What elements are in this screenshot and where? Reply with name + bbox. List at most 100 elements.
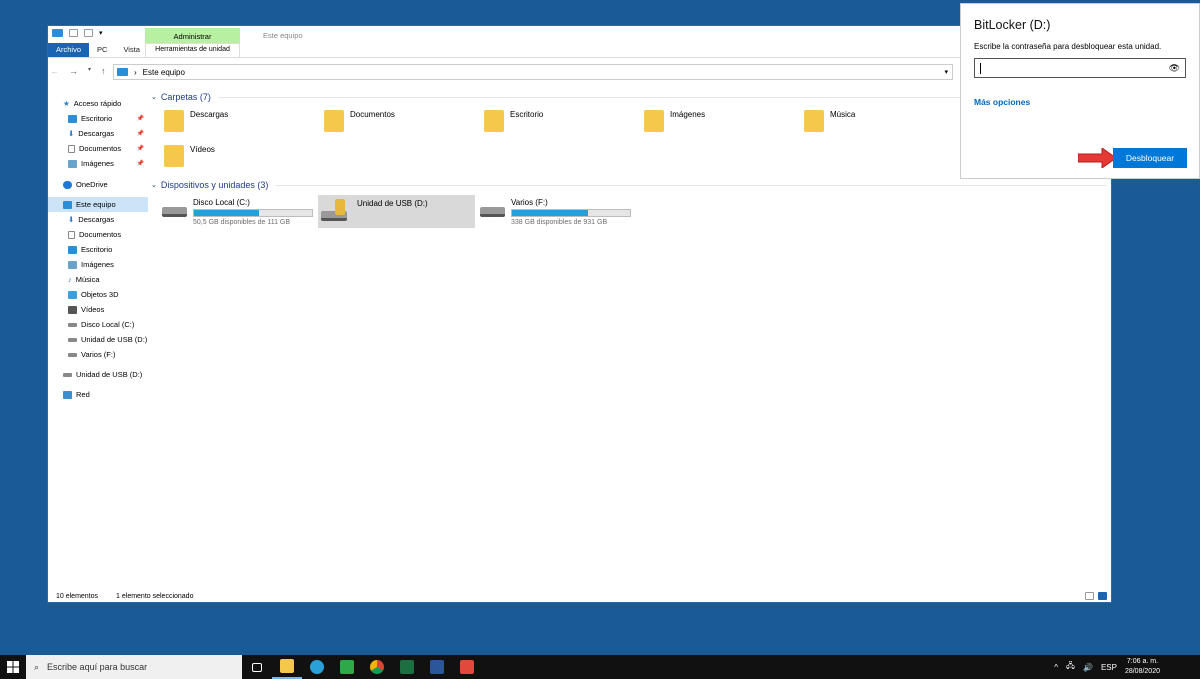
nav-quick-imagenes[interactable]: Imágenes 📌 bbox=[48, 156, 148, 171]
nav-pc-item[interactable]: Documentos bbox=[48, 227, 148, 242]
video-icon bbox=[68, 305, 77, 314]
properties-icon[interactable] bbox=[69, 29, 78, 37]
start-button[interactable] bbox=[0, 655, 26, 679]
folder-musica[interactable]: Música bbox=[804, 110, 954, 140]
nav-red[interactable]: Red bbox=[48, 387, 148, 402]
pin-icon: 📌 bbox=[136, 146, 144, 152]
tab-pc[interactable]: PC bbox=[89, 43, 115, 57]
computer-icon bbox=[117, 68, 128, 76]
nav-label: Documentos bbox=[79, 144, 122, 153]
nav-pc-item[interactable]: Escritorio bbox=[48, 242, 148, 257]
drives-section-header[interactable]: ⌄ Dispositivos y unidades (3) bbox=[151, 180, 1106, 190]
nav-label: Este equipo bbox=[76, 200, 116, 209]
up-icon[interactable]: ↑ bbox=[101, 66, 106, 76]
new-folder-icon[interactable] bbox=[84, 29, 93, 37]
nav-pc-item[interactable]: Vídeos bbox=[48, 302, 148, 317]
back-icon[interactable]: ← bbox=[50, 66, 59, 76]
drive-f[interactable]: Varios (F:) 338 GB disponibles de 931 GB bbox=[477, 195, 634, 228]
drive-c[interactable]: Disco Local (C:) 50,5 GB disponibles de 1… bbox=[159, 195, 316, 228]
nav-pc-item[interactable]: Disco Local (C:) bbox=[48, 317, 148, 332]
taskbar: ⌕ Escribe aquí para buscar ^ 🖧 🔊 ESP 7:06… bbox=[0, 655, 1200, 679]
ribbon-tabs: Archivo PC Vista bbox=[48, 43, 148, 57]
nav-pc-item[interactable]: ♪ Música bbox=[48, 272, 148, 287]
nav-pc-item[interactable]: ⬇ Descargas bbox=[48, 212, 148, 227]
section-title: Dispositivos y unidades (3) bbox=[160, 180, 269, 190]
reveal-password-eye-icon[interactable]: 👁 bbox=[1169, 63, 1180, 74]
task-view-button[interactable] bbox=[242, 655, 272, 679]
word-icon bbox=[430, 660, 444, 674]
more-options-link[interactable]: Más opciones bbox=[974, 97, 1186, 107]
taskbar-excel[interactable] bbox=[392, 655, 422, 679]
breadcrumb[interactable]: Este equipo bbox=[143, 68, 185, 77]
desktop-folder-icon bbox=[484, 110, 504, 132]
details-view-icon[interactable] bbox=[1085, 592, 1094, 600]
pin-icon: 📌 bbox=[136, 131, 144, 137]
network-icon bbox=[63, 390, 72, 399]
taskbar-camtasia[interactable] bbox=[332, 655, 362, 679]
taskbar-word[interactable] bbox=[422, 655, 452, 679]
customize-dropdown-icon[interactable]: ▾ bbox=[99, 29, 103, 37]
nav-quick-descargas[interactable]: ⬇ Descargas 📌 bbox=[48, 126, 148, 141]
file-explorer-window: ▾ Administrar Este equipo Archivo PC Vis… bbox=[47, 25, 1112, 603]
recent-dropdown-icon[interactable]: ▾ bbox=[88, 66, 91, 76]
taskbar-explorer[interactable] bbox=[272, 655, 302, 679]
language-indicator[interactable]: ESP bbox=[1101, 663, 1117, 672]
nav-pc-item[interactable]: Varios (F:) bbox=[48, 347, 148, 362]
nav-quick-access[interactable]: ★ Acceso rápido bbox=[48, 96, 148, 111]
taskbar-edge[interactable] bbox=[302, 655, 332, 679]
windows-drive-icon bbox=[162, 206, 187, 217]
nav-quick-escritorio[interactable]: Escritorio 📌 bbox=[48, 111, 148, 126]
nav-pc-item[interactable]: Unidad de USB (D:) bbox=[48, 332, 148, 347]
documents-folder-icon bbox=[324, 110, 344, 132]
network-icon[interactable]: 🖧 bbox=[1066, 660, 1075, 674]
tab-vista[interactable]: Vista bbox=[115, 43, 148, 57]
nav-label: Descargas bbox=[78, 215, 115, 224]
drive-usb-d[interactable]: Unidad de USB (D:) bbox=[318, 195, 475, 228]
chevron-down-icon: ⌄ bbox=[151, 94, 157, 101]
download-icon: ⬇ bbox=[68, 129, 75, 138]
music-folder-icon bbox=[804, 110, 824, 132]
large-icons-view-icon[interactable] bbox=[1098, 592, 1107, 600]
chevron-down-icon: ⌄ bbox=[151, 182, 157, 189]
taskbar-chrome[interactable] bbox=[362, 655, 392, 679]
chevron-down-icon[interactable]: ▾ bbox=[944, 68, 948, 76]
desktop-icon bbox=[68, 245, 77, 254]
red-arrow-icon bbox=[1077, 147, 1117, 169]
nav-label: Unidad de USB (D:) bbox=[76, 370, 143, 379]
password-field[interactable]: 👁 bbox=[974, 58, 1186, 78]
address-bar[interactable]: › Este equipo ▾ bbox=[113, 64, 953, 80]
drive-name: Varios (F:) bbox=[511, 197, 548, 207]
folder-escritorio[interactable]: Escritorio bbox=[484, 110, 634, 140]
password-input[interactable] bbox=[980, 62, 981, 74]
clock[interactable]: 7:06 a. m. 28/08/2020 bbox=[1125, 657, 1160, 677]
unlock-button[interactable]: Desbloquear bbox=[1113, 148, 1187, 168]
taskbar-camtasia-recorder[interactable] bbox=[452, 655, 482, 679]
breadcrumb-chevron-icon: › bbox=[134, 67, 137, 77]
folder-videos[interactable]: Vídeos bbox=[164, 145, 314, 175]
nav-este-equipo[interactable]: Este equipo bbox=[48, 197, 148, 212]
pictures-icon bbox=[68, 260, 77, 269]
forward-icon[interactable]: → bbox=[69, 66, 78, 76]
tab-herramientas-de-unidad[interactable]: Herramientas de unidad bbox=[145, 43, 240, 57]
status-bar: 10 elementos 1 elemento seleccionado bbox=[56, 593, 193, 600]
folder-imagenes[interactable]: Imágenes bbox=[644, 110, 794, 140]
nav-quick-documentos[interactable]: Documentos 📌 bbox=[48, 141, 148, 156]
folder-name: Vídeos bbox=[190, 145, 215, 154]
nav-label: Vídeos bbox=[81, 305, 105, 314]
document-icon bbox=[68, 144, 75, 153]
search-box[interactable]: ⌕ Escribe aquí para buscar bbox=[26, 655, 242, 679]
chevron-up-icon[interactable]: ^ bbox=[1054, 663, 1058, 672]
folder-documentos[interactable]: Documentos bbox=[324, 110, 474, 140]
clock-date: 28/08/2020 bbox=[1124, 668, 1160, 675]
folder-descargas[interactable]: Descargas bbox=[164, 110, 314, 140]
context-group-label: Administrar bbox=[145, 28, 240, 43]
nav-usb[interactable]: Unidad de USB (D:) bbox=[48, 367, 148, 382]
usb-drive-icon bbox=[63, 372, 72, 377]
nav-onedrive[interactable]: OneDrive bbox=[48, 177, 148, 192]
window-title: Este equipo bbox=[263, 31, 303, 40]
folder-name: Descargas bbox=[190, 110, 229, 119]
nav-pc-item[interactable]: Objetos 3D bbox=[48, 287, 148, 302]
volume-icon[interactable]: 🔊 bbox=[1083, 663, 1093, 672]
tab-archivo[interactable]: Archivo bbox=[48, 43, 90, 57]
nav-pc-item[interactable]: Imágenes bbox=[48, 257, 148, 272]
